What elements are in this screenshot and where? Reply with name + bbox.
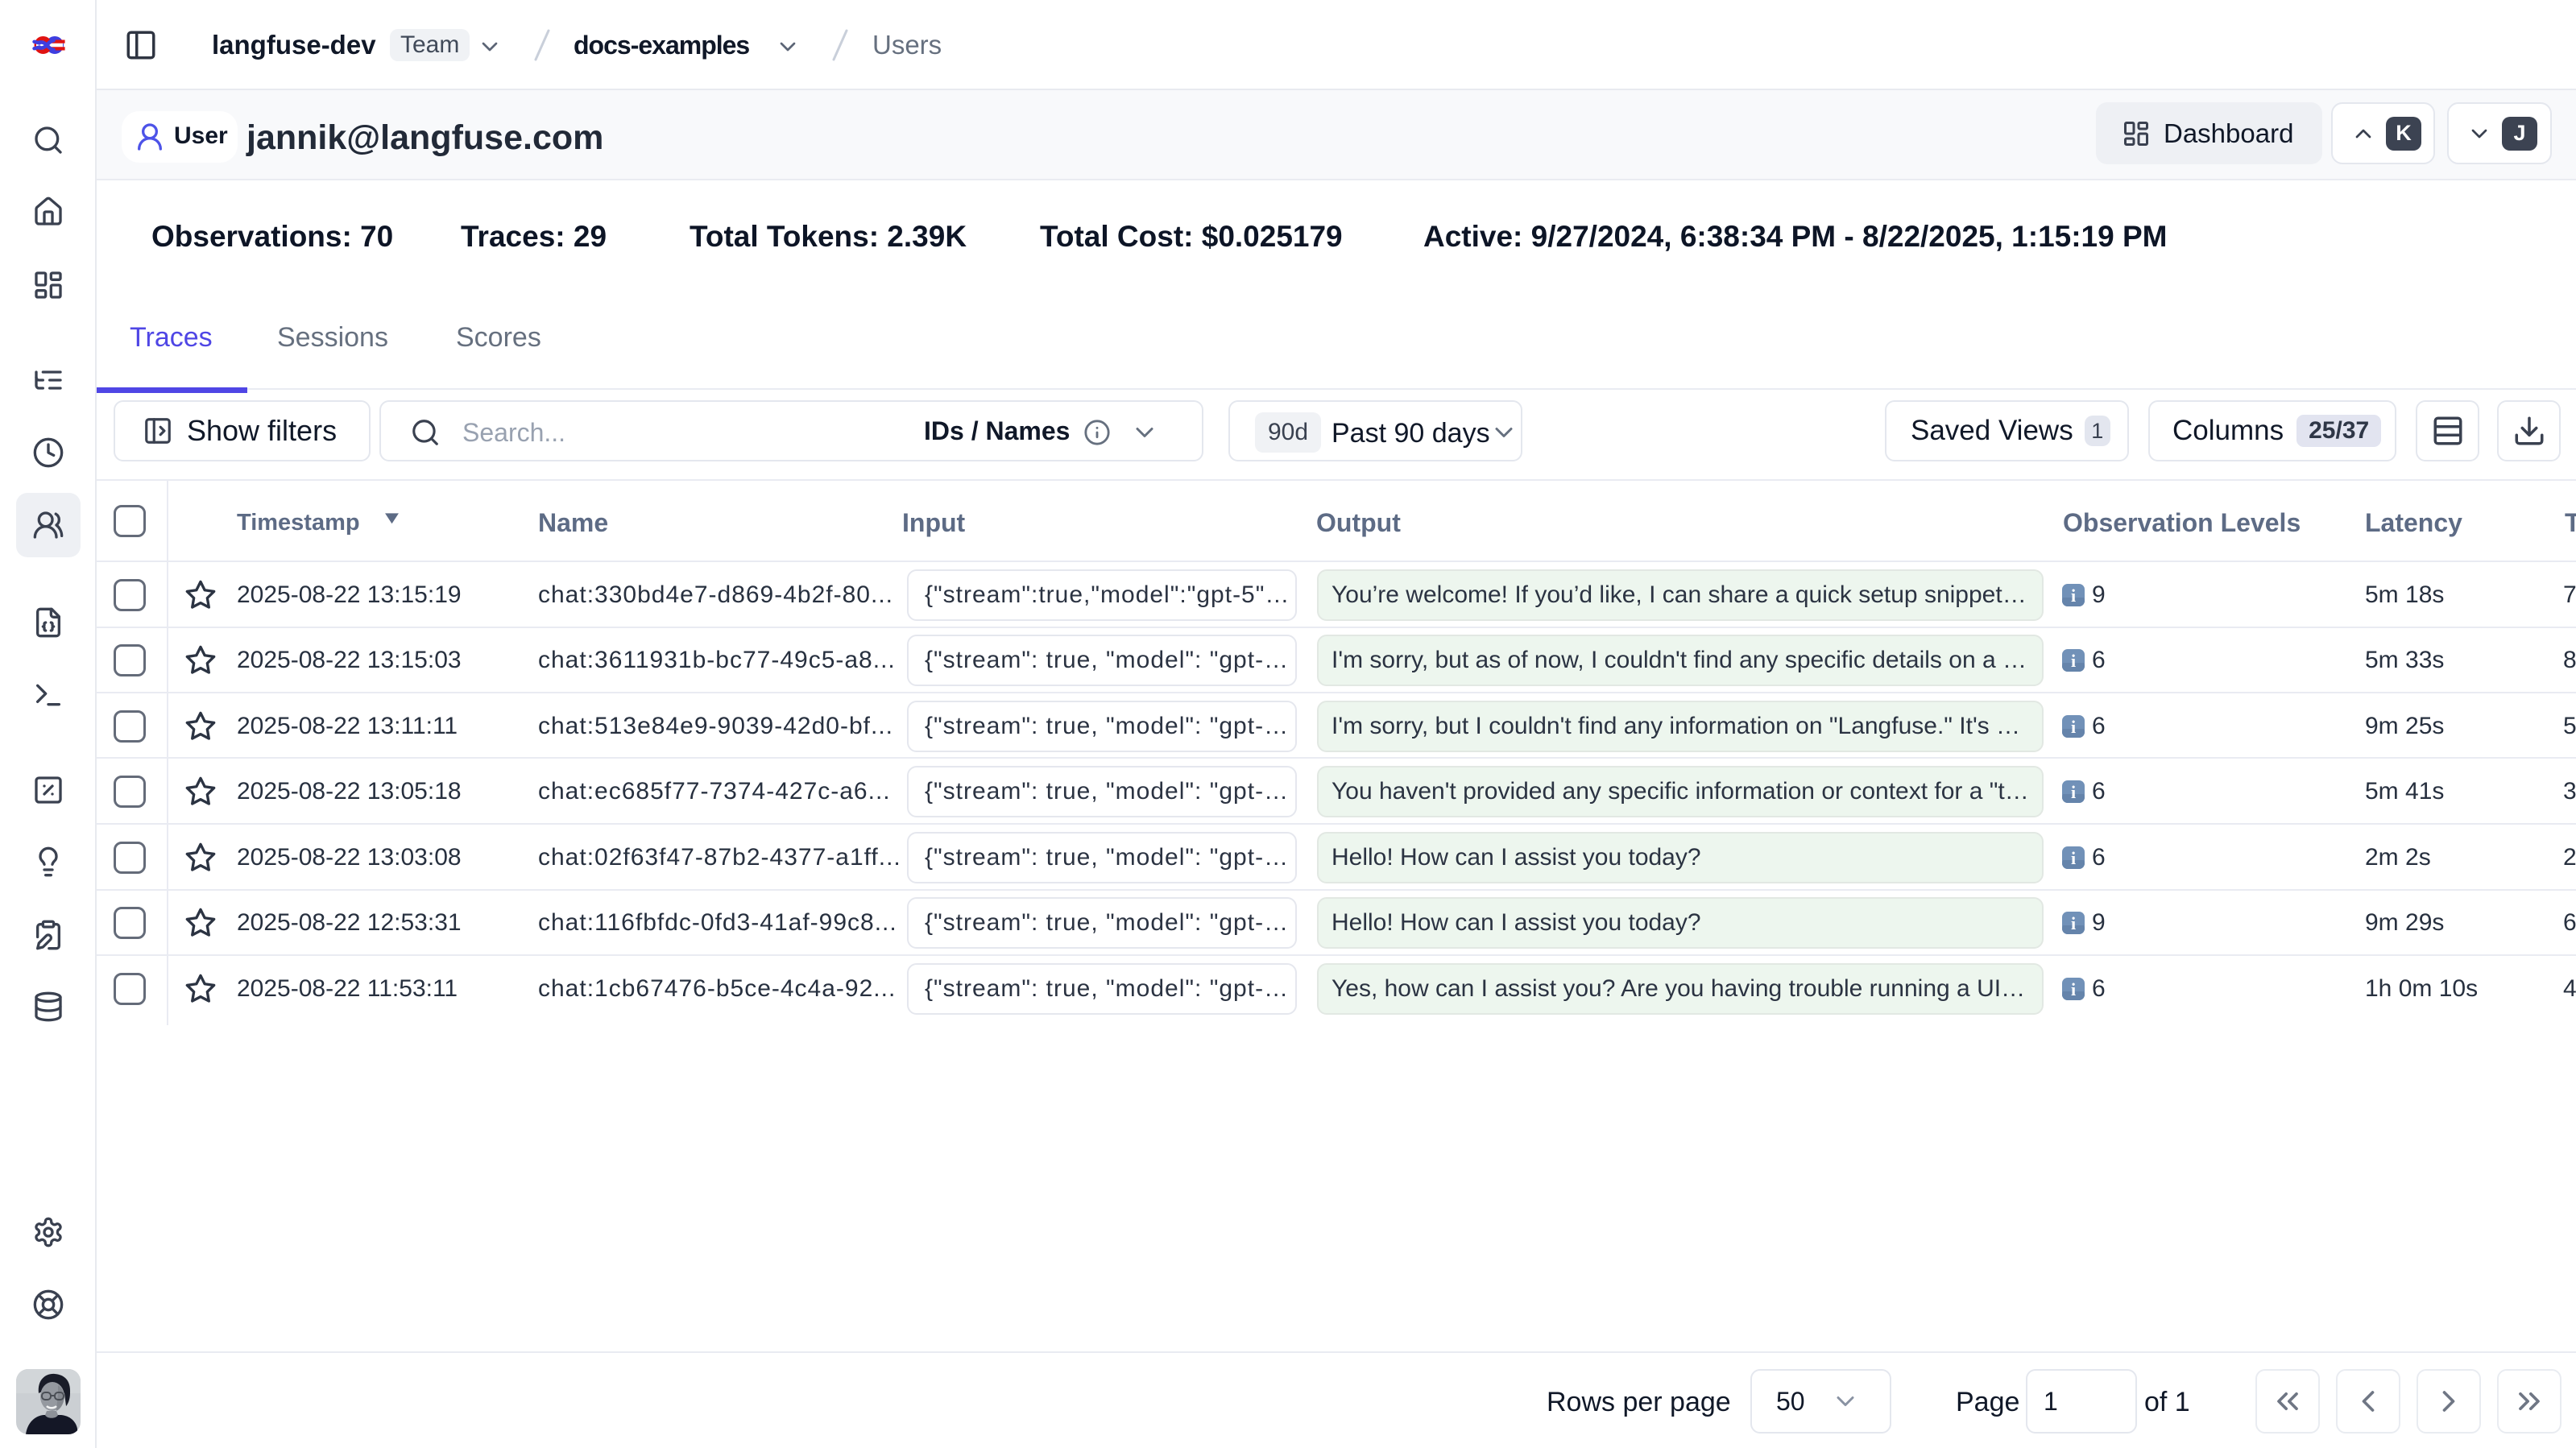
svg-text:i: i — [2071, 782, 2076, 802]
svg-text:i: i — [2071, 979, 2076, 999]
svg-text:i: i — [2071, 585, 2076, 606]
svg-text:i: i — [2071, 913, 2076, 933]
svg-text:i: i — [2071, 651, 2076, 671]
svg-text:i: i — [2071, 848, 2076, 868]
svg-text:i: i — [2071, 717, 2076, 737]
